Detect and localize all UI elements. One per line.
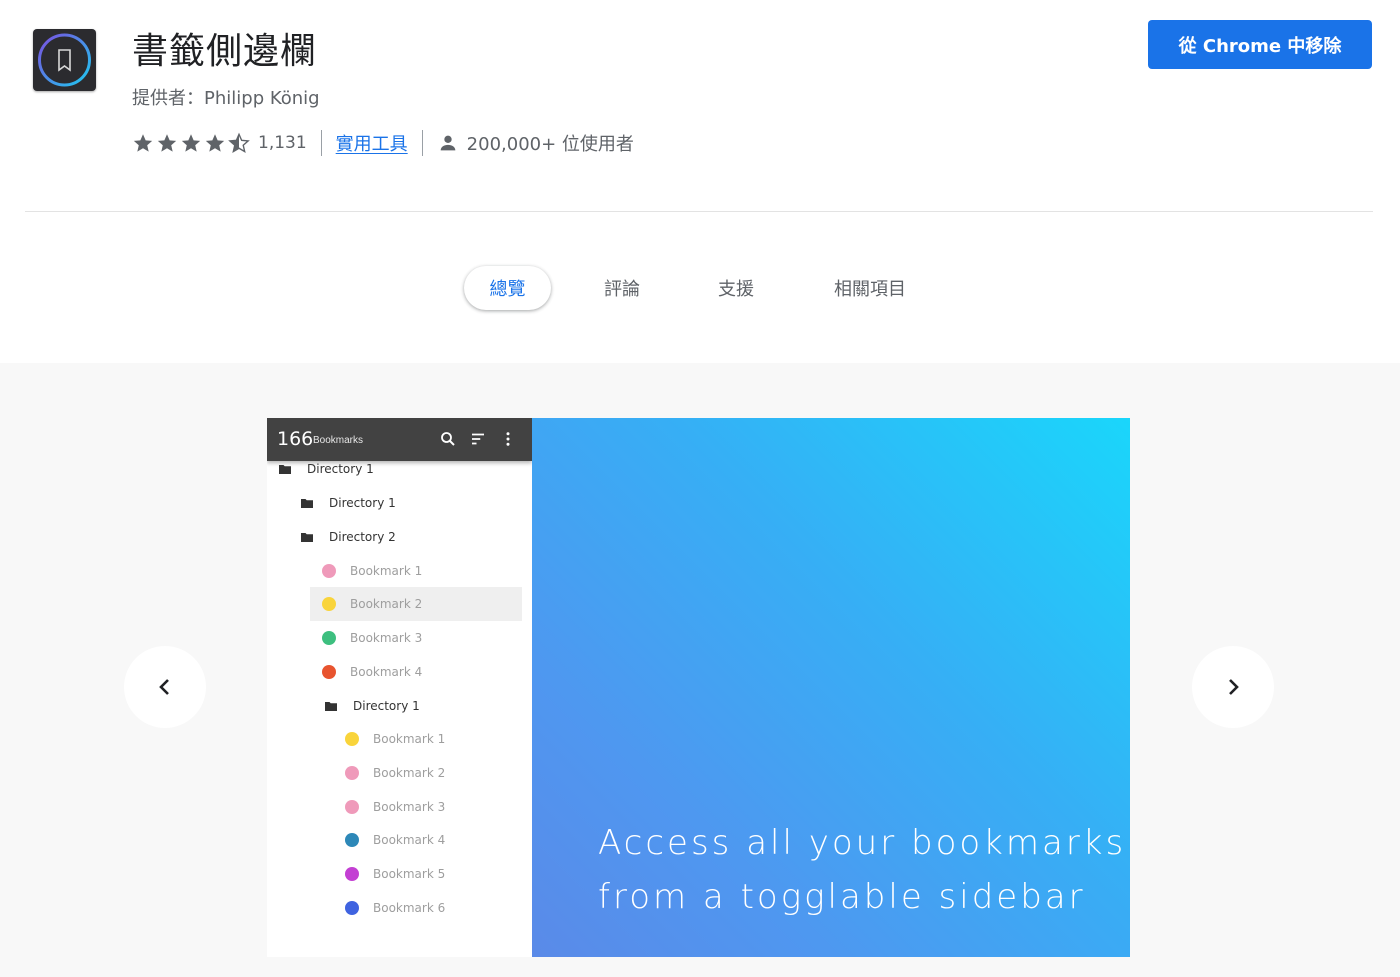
bookmark-label: Bookmark 6 xyxy=(373,901,446,915)
meta-row: 1,131 實用工具 200,000+ 位使用者 xyxy=(132,128,634,158)
bookmark-row[interactable]: Bookmark 2 xyxy=(310,587,522,621)
bookmark-row[interactable]: Bookmark 4 xyxy=(345,823,445,857)
star-icon xyxy=(157,134,177,152)
folder-label: Directory 1 xyxy=(307,462,374,476)
bookmark-label: Bookmark 1 xyxy=(350,564,423,578)
provider-text: 提供者：Philipp König xyxy=(132,88,320,109)
extension-icon xyxy=(33,29,96,91)
tab-support[interactable]: 支援 xyxy=(696,266,776,310)
star-icon xyxy=(205,134,225,152)
bookmark-label: Bookmark 2 xyxy=(373,766,446,780)
sort-icon xyxy=(472,433,484,445)
tab-related[interactable]: 相關項目 xyxy=(818,266,922,310)
user-icon xyxy=(440,135,456,151)
folder-label: Directory 2 xyxy=(329,530,396,544)
tab-reviews[interactable]: 評論 xyxy=(582,266,662,310)
separator xyxy=(320,130,322,156)
bookmark-row[interactable]: Bookmark 4 xyxy=(322,655,422,689)
hero-caption-line2: from a togglable sidebar xyxy=(598,877,1086,917)
bookmark-label: Bookmark 2 xyxy=(350,597,423,611)
bookmark-label: Bookmark 3 xyxy=(373,800,446,814)
bookmark-color-dot xyxy=(322,665,336,679)
more-vert-icon xyxy=(506,432,510,446)
bookmark-label: Bookmark 4 xyxy=(350,665,423,679)
bookmark-label: Bookmark 3 xyxy=(350,631,423,645)
rating-count[interactable]: 1,131 xyxy=(258,133,307,153)
bookmark-color-dot xyxy=(345,766,359,780)
tab-overview[interactable]: 總覽 xyxy=(464,266,551,310)
bookmark-color-dot xyxy=(345,867,359,881)
star-icon xyxy=(133,134,153,152)
bookmark-row[interactable]: Bookmark 2 xyxy=(345,756,445,790)
separator xyxy=(421,130,423,156)
rating-stars[interactable] xyxy=(132,132,250,154)
star-icon xyxy=(181,134,201,152)
bookmark-count-label: Bookmarks xyxy=(313,435,364,446)
next-button[interactable] xyxy=(1192,646,1274,728)
folder-icon xyxy=(301,533,313,542)
sidebar-preview: 166 Bookmarks Directory 1 Directory 1 Dire… xyxy=(267,418,532,957)
bookmark-color-dot xyxy=(345,833,359,847)
half-star-icon xyxy=(228,132,250,154)
bookmark-row[interactable]: Bookmark 3 xyxy=(345,790,445,824)
search-icon xyxy=(441,432,455,446)
folder-row[interactable]: Directory 1 xyxy=(279,452,374,486)
folder-label: Directory 1 xyxy=(353,699,420,713)
bookmark-color-dot xyxy=(322,597,336,611)
divider xyxy=(25,211,1373,212)
bookmark-row[interactable]: Bookmark 3 xyxy=(322,621,422,655)
bookmark-row[interactable]: Bookmark 6 xyxy=(345,891,445,925)
hero-caption-line1: Access all your bookmarks xyxy=(598,823,1127,863)
screenshot-gallery: 166 Bookmarks Directory 1 Directory 1 Dire… xyxy=(0,363,1400,977)
bookmark-row[interactable]: Bookmark 5 xyxy=(345,857,445,891)
bookmark-count: 166 xyxy=(277,428,314,450)
folder-icon xyxy=(325,702,337,711)
extension-title: 書籤側邊欄 xyxy=(132,31,318,72)
bookmark-color-dot xyxy=(322,631,336,645)
hero-panel: Access all your bookmarks from a togglab… xyxy=(532,418,1130,957)
tab-bar: 總覽 評論 支援 相關項目 xyxy=(0,266,1400,312)
folder-icon xyxy=(301,499,313,508)
category-link[interactable]: 實用工具 xyxy=(336,130,408,156)
bookmark-row[interactable]: Bookmark 1 xyxy=(345,722,445,756)
previous-button[interactable] xyxy=(124,646,206,728)
hero-caption: Access all your bookmarks from a togglab… xyxy=(598,816,1126,924)
bookmark-color-dot xyxy=(345,800,359,814)
remove-from-chrome-button[interactable]: 從 Chrome 中移除 xyxy=(1148,20,1372,69)
bookmark-label: Bookmark 5 xyxy=(373,867,446,881)
bookmark-label: Bookmark 4 xyxy=(373,833,446,847)
bookmark-color-dot xyxy=(345,732,359,746)
bookmark-color-dot xyxy=(322,564,336,578)
chevron-left-icon xyxy=(159,679,169,695)
folder-row[interactable]: Directory 1 xyxy=(325,689,420,723)
user-count: 200,000+ 位使用者 xyxy=(466,134,634,155)
chevron-right-icon xyxy=(1229,679,1239,695)
folder-icon xyxy=(279,465,291,474)
folder-row[interactable]: Directory 1 xyxy=(301,486,396,520)
screenshot-image: 166 Bookmarks Directory 1 Directory 1 Dire… xyxy=(267,418,1130,957)
folder-row[interactable]: Directory 2 xyxy=(301,520,396,554)
bookmark-row[interactable]: Bookmark 1 xyxy=(322,554,422,588)
bookmark-label: Bookmark 1 xyxy=(373,732,446,746)
bookmark-color-dot xyxy=(345,901,359,915)
folder-label: Directory 1 xyxy=(329,496,396,510)
